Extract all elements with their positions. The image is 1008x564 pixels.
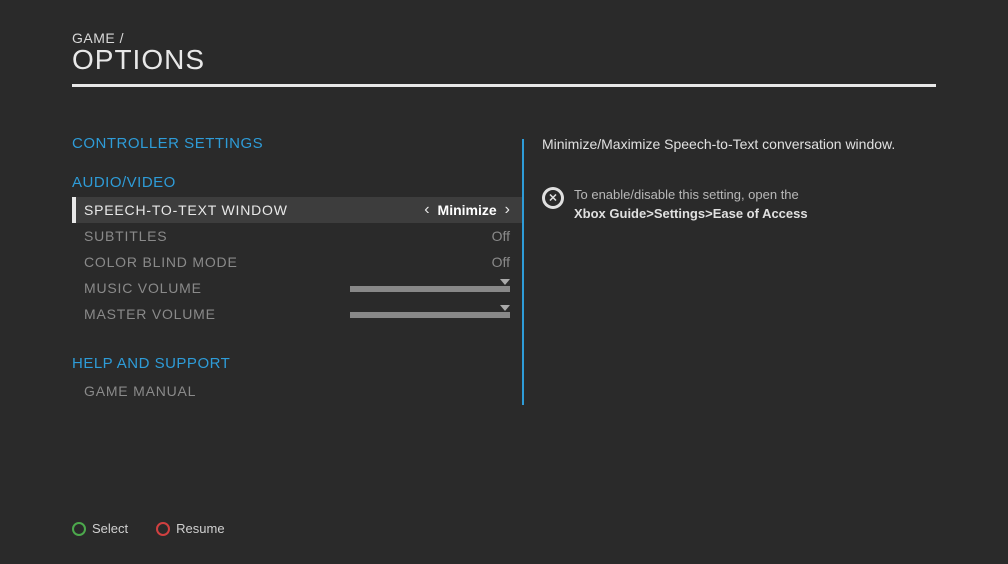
menu-subtitles[interactable]: SUBTITLES Off [72,223,522,249]
slider-master[interactable] [350,307,510,321]
menu-label-subtitles: SUBTITLES [84,228,492,244]
button-a-icon [72,522,86,536]
menu-value-subtitles: Off [492,228,510,244]
menu-label-speech: SPEECH-TO-TEXT WINDOW [84,202,424,218]
menu-master-volume[interactable]: MASTER VOLUME [72,301,522,327]
menu-label-colorblind: COLOR BLIND MODE [84,254,492,270]
vertical-divider [522,139,524,405]
right-panel: Minimize/Maximize Speech-to-Text convers… [522,135,936,404]
left-panel: CONTROLLER SETTINGS AUDIO/VIDEO SPEECH-T… [72,135,522,404]
chevron-right-icon[interactable]: › [505,201,510,219]
section-help-support: HELP AND SUPPORT [72,355,522,372]
hint-line-2: Xbox Guide>Settings>Ease of Access [574,206,808,221]
chevron-left-icon[interactable]: ‹ [424,201,429,219]
menu-label-master: MASTER VOLUME [84,306,350,322]
title-divider [72,84,936,87]
section-audio-video: AUDIO/VIDEO [72,174,522,191]
footer-resume: Resume [156,521,224,536]
menu-music-volume[interactable]: MUSIC VOLUME [72,275,522,301]
footer: Select Resume [72,521,225,536]
setting-description: Minimize/Maximize Speech-to-Text convers… [542,135,936,155]
xbox-icon [542,187,564,209]
menu-colorblind[interactable]: COLOR BLIND MODE Off [72,249,522,275]
slider-marker-icon [500,279,510,285]
menu-value-colorblind: Off [492,254,510,270]
footer-resume-label: Resume [176,521,224,536]
footer-select-label: Select [92,521,128,536]
button-b-icon [156,522,170,536]
section-controller-settings[interactable]: CONTROLLER SETTINGS [72,135,522,152]
slider-music[interactable] [350,281,510,295]
hint-line-1: To enable/disable this setting, open the [574,187,799,202]
footer-select: Select [72,521,128,536]
slider-marker-icon [500,305,510,311]
hint-row: To enable/disable this setting, open the… [542,185,936,224]
menu-speech-to-text[interactable]: SPEECH-TO-TEXT WINDOW ‹ Minimize › [72,197,522,223]
menu-label-manual: GAME MANUAL [84,383,510,399]
menu-value-speech: Minimize [438,202,497,218]
page-title: OPTIONS [72,44,936,76]
menu-label-music: MUSIC VOLUME [84,280,350,296]
menu-game-manual[interactable]: GAME MANUAL [72,378,522,404]
